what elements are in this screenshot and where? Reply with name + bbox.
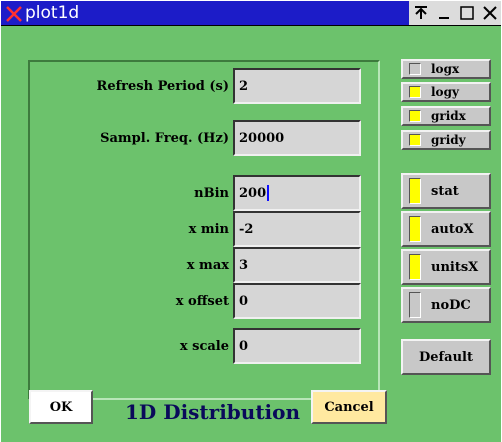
xmin-input[interactable]: -2 (233, 211, 361, 247)
unitsx-label: unitsX (431, 259, 479, 275)
stat-label: stat (431, 183, 459, 199)
stat-indicator (409, 178, 421, 204)
xmax-label: x max (186, 258, 229, 273)
nodc-label: noDC (431, 297, 471, 313)
sampl-freq-label: Sampl. Freq. (Hz) (100, 131, 229, 146)
cancel-button[interactable]: Cancel (311, 390, 387, 424)
refresh-period-label: Refresh Period (s) (96, 79, 229, 94)
distribution-title: 1D Distribution (125, 400, 301, 424)
nodc-indicator (409, 292, 421, 318)
autox-toggle[interactable]: autoX (401, 211, 491, 247)
logy-label: logy (431, 85, 459, 99)
default-button-label: Default (419, 349, 473, 365)
unitsx-toggle[interactable]: unitsX (401, 249, 491, 285)
cancel-button-label: Cancel (324, 399, 374, 415)
gridy-indicator (409, 134, 421, 146)
xoffset-value: 0 (239, 293, 249, 309)
unitsx-indicator (409, 254, 421, 280)
xmax-input[interactable]: 3 (233, 247, 361, 283)
maximize-icon[interactable] (457, 3, 477, 23)
stat-toggle[interactable]: stat (401, 173, 491, 209)
xscale-value: 0 (239, 338, 249, 354)
refresh-period-value: 2 (239, 78, 249, 94)
gridy-toggle[interactable]: gridy (401, 130, 491, 150)
ok-button[interactable]: OK (29, 390, 93, 424)
gridx-label: gridx (431, 109, 466, 123)
xscale-label: x scale (179, 339, 229, 354)
logx-toggle[interactable]: logx (401, 59, 491, 79)
xoffset-label: x offset (175, 294, 229, 309)
app-close-icon[interactable] (5, 3, 23, 23)
autox-indicator (409, 216, 421, 242)
gridx-indicator (409, 110, 421, 122)
nbin-input[interactable]: 200 (233, 175, 361, 211)
gridx-toggle[interactable]: gridx (401, 106, 491, 126)
gridy-label: gridy (431, 133, 466, 147)
nodc-toggle[interactable]: noDC (401, 287, 491, 323)
always-on-top-icon[interactable] (411, 3, 431, 23)
close-icon[interactable] (480, 3, 500, 23)
logy-indicator (409, 86, 421, 98)
nbin-label: nBin (194, 186, 229, 201)
sampl-freq-input[interactable]: 20000 (233, 120, 361, 156)
ok-button-label: OK (49, 399, 73, 415)
window-title: plot1d (25, 3, 80, 23)
title-bar: plot1d (1, 1, 501, 26)
default-button[interactable]: Default (401, 339, 491, 375)
xscale-input[interactable]: 0 (233, 328, 361, 364)
logx-label: logx (431, 62, 460, 76)
window-body: Refresh Period (s) 2 Sampl. Freq. (Hz) 2… (1, 26, 501, 442)
xmin-label: x min (188, 222, 229, 237)
refresh-period-input[interactable]: 2 (233, 68, 361, 104)
xmin-value: -2 (239, 221, 254, 237)
xmax-value: 3 (239, 257, 249, 273)
xoffset-input[interactable]: 0 (233, 283, 361, 319)
text-cursor (267, 185, 270, 201)
autox-label: autoX (431, 221, 474, 237)
logx-indicator (409, 63, 421, 75)
logy-toggle[interactable]: logy (401, 82, 491, 102)
nbin-value: 200 (239, 185, 267, 201)
sampl-freq-value: 20000 (239, 130, 285, 146)
minimize-icon[interactable] (434, 3, 454, 23)
window-controls (409, 1, 501, 25)
